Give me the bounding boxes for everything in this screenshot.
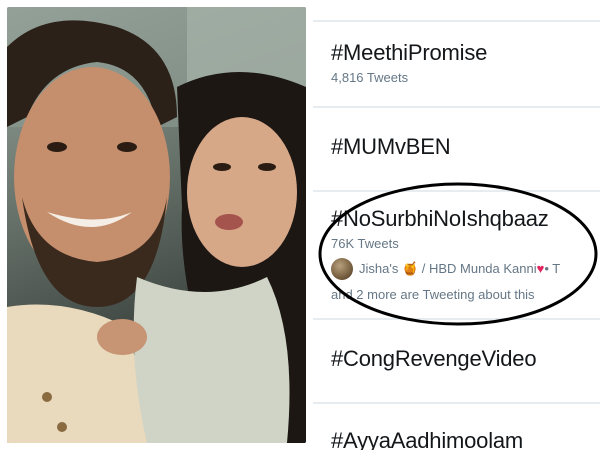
trend-item-congrevengevideo[interactable]: #CongRevengeVideo [313, 320, 600, 402]
trend-item-meethipromise[interactable]: #MeethiPromise 4,816 Tweets [313, 20, 600, 106]
trend-hashtag[interactable]: #AyyaAadhimoolam [331, 428, 523, 450]
trend-tweet-count: 4,816 Tweets [331, 70, 409, 85]
trend-item-mumvben[interactable]: #MUMvBEN [313, 108, 600, 190]
trend-hashtag[interactable]: #MeethiPromise [331, 40, 487, 66]
selfie-photo [7, 7, 306, 443]
trend-hashtag[interactable]: #CongRevengeVideo [331, 346, 537, 372]
trend-hashtag[interactable]: #MUMvBEN [331, 134, 451, 160]
photo-illustration [7, 7, 306, 443]
trend-item-ayyaaadhimoolam[interactable]: #AyyaAadhimoolam [313, 404, 600, 450]
highlight-ellipse [318, 182, 598, 326]
